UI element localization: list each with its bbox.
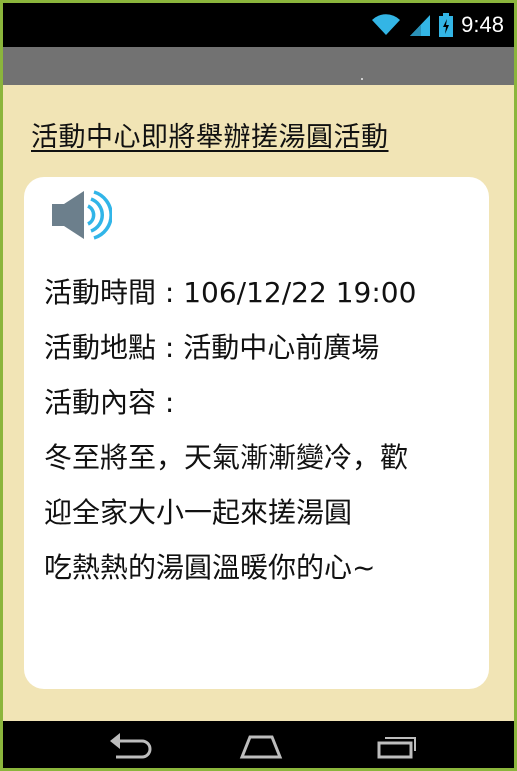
page-title: 活動中心即將舉辦搓湯圓活動 (31, 122, 389, 153)
back-icon[interactable] (108, 731, 152, 759)
phone-frame: 9:48 活動中心即將舉辦搓湯圓活動 活動時間 : 106/12/22 19:0… (0, 0, 517, 771)
event-info: 活動時間 : 106/12/22 19:00 活動地點 : 活動中心前廣場 活動… (44, 265, 484, 595)
signal-icon (410, 15, 431, 36)
wifi-icon (372, 14, 401, 36)
event-description-line: 吃熱熱的湯圓溫暖你的心~ (44, 551, 376, 584)
status-bar: 9:48 (3, 3, 514, 47)
battery-icon (439, 13, 454, 37)
event-description-line: 冬至將至，天氣漸漸變冷，歡 (44, 441, 409, 474)
navigation-bar (3, 721, 514, 768)
screen-content: 活動中心即將舉辦搓湯圓活動 活動時間 : 106/12/22 19:00 活動地… (3, 85, 514, 721)
event-card: 活動時間 : 106/12/22 19:00 活動地點 : 活動中心前廣場 活動… (24, 177, 489, 689)
event-location-line: 活動地點 : 活動中心前廣場 (44, 331, 380, 364)
status-icons: 9:48 (371, 11, 504, 39)
titlebar-mark (361, 78, 363, 80)
recent-apps-icon[interactable] (375, 731, 419, 759)
status-time: 9:48 (461, 12, 504, 37)
speaker-icon[interactable] (50, 189, 112, 241)
event-time-line: 活動時間 : 106/12/22 19:00 (44, 276, 417, 309)
home-icon[interactable] (238, 731, 284, 759)
event-description-line: 迎全家大小一起來搓湯圓 (44, 496, 353, 529)
event-content-label: 活動內容 : (44, 386, 175, 419)
app-title-bar (3, 47, 514, 85)
